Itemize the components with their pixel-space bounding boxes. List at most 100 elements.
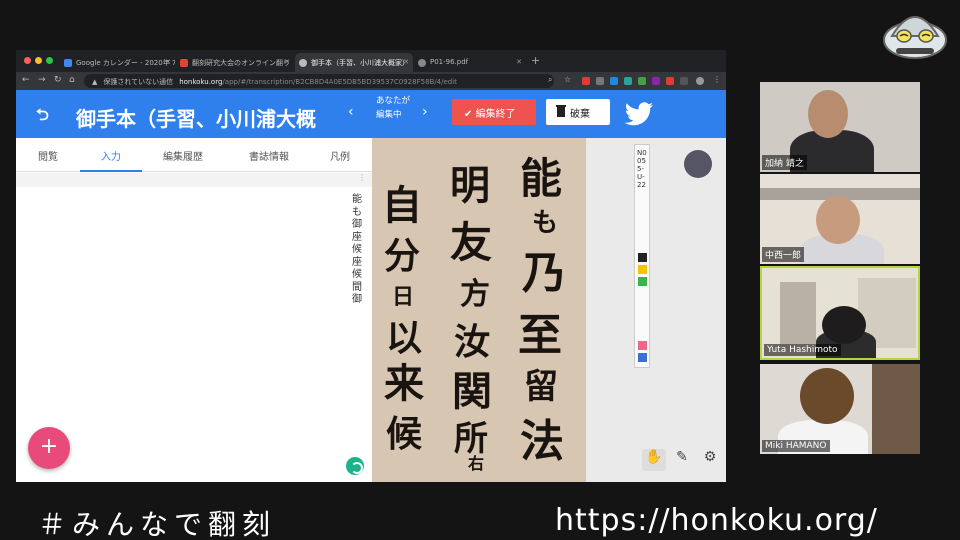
address-bar[interactable]: ▲ 保護されていない通信 honkoku.org/app/#/transcripti… (84, 74, 554, 88)
browser-tab-pdf[interactable]: P01-96.pdf ✕ (414, 53, 526, 72)
home-icon[interactable]: ⌂ (69, 75, 75, 85)
video-background (872, 364, 920, 454)
brush-character: 能 (520, 154, 563, 203)
tab-legend[interactable]: 凡例 (314, 138, 366, 172)
footer-url: https://honkoku.org/ (555, 503, 878, 538)
url-host: honkoku.org (179, 78, 223, 86)
browser-back-icon[interactable]: ← (22, 75, 30, 85)
extension-icon[interactable] (624, 77, 632, 85)
extension-icon[interactable] (582, 77, 590, 85)
cloud-favicon-icon (299, 59, 307, 67)
app-tabs: 閲覧 入力 編集履歴 書誌情報 凡例 (16, 138, 372, 172)
manuscript-viewer[interactable]: 能 も 乃 至 留 法 明 友 方 汝 関 所 右 自 分 日 以 来 候 N0… (372, 138, 726, 482)
browser-toolbar: ← → ↻ ⌂ ▲ 保護されていない通信 honkoku.org/app/#/tra… (16, 72, 726, 90)
pencil-icon[interactable]: ✎ (670, 449, 694, 471)
calendar-favicon-icon (64, 59, 72, 67)
extension-icon[interactable] (666, 77, 674, 85)
participant-name: Miki HAMANO (762, 440, 830, 452)
robot-icon[interactable]: ⚙ (698, 449, 722, 471)
next-page-chevron-icon[interactable]: › (422, 104, 428, 120)
close-tab-icon[interactable]: ✕ (516, 58, 522, 66)
browser-tab-calendar[interactable]: Google カレンダー - 2020年 7 ✕ (60, 53, 175, 72)
browser-forward-icon[interactable]: → (38, 75, 46, 85)
close-tab-icon[interactable]: ✕ (403, 58, 409, 66)
add-fab-button[interactable]: + (28, 427, 70, 469)
swatch-blue (638, 353, 647, 362)
participant-tile: 加納 靖之 (760, 82, 920, 172)
brush-character: 以 (386, 317, 423, 359)
tab-input[interactable]: 入力 (80, 138, 142, 172)
color-scale-ruler: N0055-U-22 (634, 144, 650, 368)
manuscript-margin (586, 138, 726, 482)
browser-tab-conference[interactable]: 翻刻研究大会のオンライン翻り ✕ (176, 53, 294, 72)
video-call-screen: Google カレンダー - 2020年 7 ✕ 翻刻研究大会のオンライン翻り … (0, 0, 960, 540)
twitter-icon[interactable] (624, 102, 654, 126)
user-avatar[interactable] (684, 150, 712, 178)
puzzle-icon[interactable] (680, 77, 688, 85)
brush-character: 日 (392, 284, 415, 310)
swatch-green (638, 277, 647, 286)
close-window-icon[interactable] (24, 57, 31, 64)
browser-tab-title: 御手本（手習、小川浦大概家） (311, 59, 409, 67)
tab-edit-history[interactable]: 編集履歴 (142, 138, 224, 172)
scale-label: N0055-U-22 (637, 149, 647, 189)
brush-character: 所 (454, 419, 488, 459)
extension-icon[interactable] (596, 77, 604, 85)
browser-tab-title: P01-96.pdf (430, 58, 469, 66)
discard-button[interactable]: 破棄 (546, 99, 610, 125)
brush-character: 右 (468, 454, 485, 473)
profile-avatar-icon[interactable] (696, 77, 704, 85)
search-icon[interactable]: ⌕ (548, 75, 552, 85)
new-tab-icon[interactable]: + (531, 54, 540, 67)
extension-icon[interactable] (638, 77, 646, 85)
trash-icon (556, 105, 566, 117)
close-tab-icon[interactable]: ✕ (165, 58, 171, 66)
prev-page-chevron-icon[interactable]: ‹ (348, 104, 354, 120)
minimize-window-icon[interactable] (35, 57, 42, 64)
close-tab-icon[interactable]: ✕ (284, 58, 290, 66)
video-person (816, 196, 860, 244)
browser-tab-title: Google カレンダー - 2020年 7 (76, 59, 175, 67)
editing-notice: あなたが編集中 (376, 96, 411, 120)
brush-character: 自 (382, 182, 422, 229)
video-person (808, 90, 848, 138)
brush-character: 友 (450, 218, 493, 267)
bookmark-star-icon[interactable]: ☆ (564, 75, 571, 84)
security-warning-text: 保護されていない通信 (103, 78, 174, 86)
transcription-pane: 閲覧 入力 編集履歴 書誌情報 凡例 ⋮ 能も御座候座候間御 + (16, 138, 372, 482)
transcription-text[interactable]: 能も御座候座候間御 (352, 194, 366, 307)
more-menu-icon[interactable]: ⋮ (713, 75, 721, 84)
editor-toolbar: ⋮ (16, 173, 372, 187)
brush-character: 汝 (454, 321, 491, 363)
viewer-toolbar: ✋ ✎ ⚙ (640, 446, 726, 476)
brush-character: 留 (524, 367, 558, 407)
browser-tab-bar: Google カレンダー - 2020年 7 ✕ 翻刻研究大会のオンライン翻り … (16, 50, 726, 72)
participant-tile: Miki HAMANO (760, 364, 920, 454)
video-person (822, 306, 866, 344)
participant-name: Yuta Hashimoto (764, 344, 841, 356)
back-arrow-icon[interactable]: ⮌ (36, 104, 49, 131)
document-title: 御手本（手習、小川浦大概 (76, 107, 316, 131)
discard-label: 破棄 (570, 109, 590, 120)
maximize-window-icon[interactable] (46, 57, 53, 64)
browser-tab-honkoku[interactable]: 御手本（手習、小川浦大概家） ✕ (295, 53, 413, 72)
swatch-red (638, 341, 647, 350)
tab-bibliography[interactable]: 書誌情報 (224, 138, 314, 172)
reload-icon[interactable]: ↻ (54, 75, 62, 85)
extension-icon[interactable] (652, 77, 660, 85)
gmail-favicon-icon (180, 59, 188, 67)
participant-tile-active: Yuta Hashimoto (760, 266, 920, 360)
check-icon: ✔ (464, 109, 476, 120)
url-path: /app/#/transcription/B2CB8D4A0E5DB5BD395… (222, 78, 457, 86)
hand-icon[interactable]: ✋ (642, 449, 666, 471)
participant-name: 中西一郎 (762, 247, 805, 262)
footer-hashtag: ＃みんなで翻刻 (38, 508, 277, 540)
end-edit-button[interactable]: ✔ 編集終了 (452, 99, 536, 125)
extension-icon[interactable] (610, 77, 618, 85)
brush-character: 関 (452, 368, 492, 415)
tab-view[interactable]: 閲覧 (16, 138, 80, 172)
brush-character: 乃 (522, 248, 566, 299)
editor-options-icon[interactable]: ⋮ (358, 173, 366, 182)
browser-tab-title: 翻刻研究大会のオンライン翻り (192, 59, 290, 67)
end-edit-label: 編集終了 (475, 109, 516, 120)
